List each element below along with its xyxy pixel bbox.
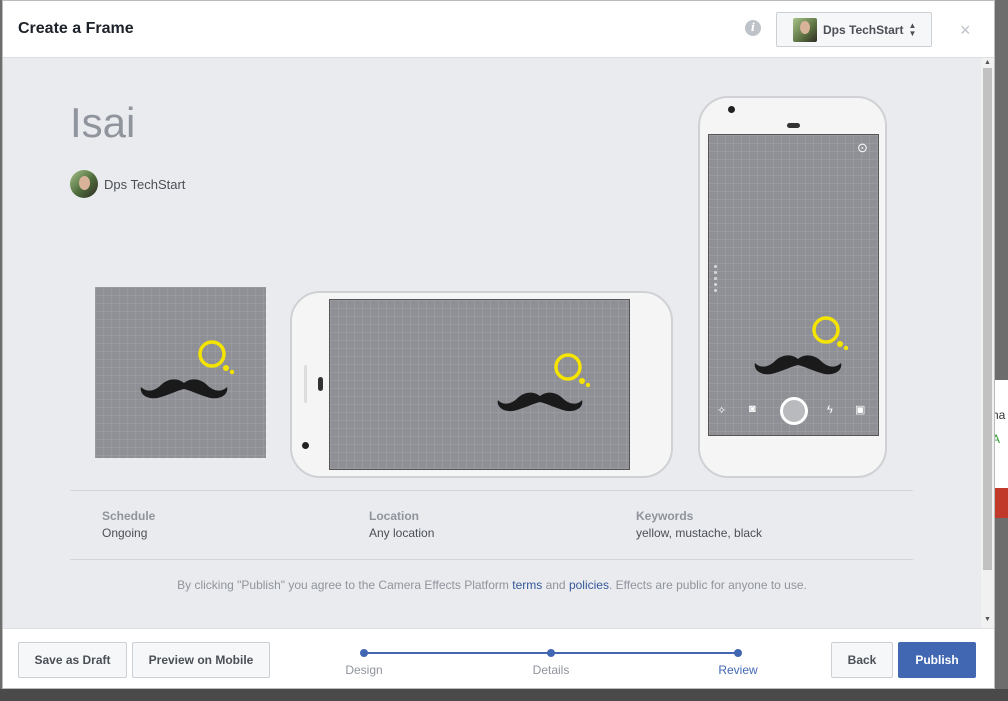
portrait-phone-preview: ⊙ ✧ ◙ ϟ ▣ (698, 96, 887, 478)
thought-bubble-graphic (812, 316, 849, 351)
gallery-icon: ▣ (855, 404, 866, 416)
disclaimer-text: . Effects are public for anyone to use. (608, 578, 807, 592)
phone-home-button (304, 365, 307, 403)
dialog-header: Create a Frame i Dps TechStart ▲ ▼ × (3, 1, 994, 58)
background-strip (0, 689, 1008, 701)
location-label: Location (369, 509, 419, 523)
owner-avatar (70, 170, 98, 198)
disclaimer-text: and (542, 578, 569, 592)
keywords-label: Keywords (636, 509, 694, 523)
flash-icon: ϟ (827, 404, 833, 416)
info-icon[interactable]: i (745, 20, 761, 36)
step-review[interactable]: Review (718, 663, 757, 677)
phone-speaker (787, 123, 800, 128)
page-selector-label: Dps TechStart (823, 22, 904, 37)
thought-bubble-graphic (198, 340, 235, 375)
back-button[interactable]: Back (831, 642, 893, 678)
schedule-label: Schedule (102, 509, 156, 523)
phone-camera (728, 106, 735, 113)
magic-wand-icon: ✧ (717, 405, 727, 417)
step-details[interactable]: Details (533, 663, 570, 677)
scroll-down-icon[interactable]: ▼ (984, 616, 991, 623)
divider (70, 559, 913, 560)
publish-button[interactable]: Publish (898, 642, 976, 678)
policies-link[interactable]: policies (569, 578, 609, 592)
terms-link[interactable]: terms (512, 578, 542, 592)
camera-icon: ◙ (749, 403, 756, 415)
effect-owner: Dps TechStart (70, 170, 185, 198)
keywords-value: yellow, mustache, black (636, 526, 763, 540)
sort-caret-icon: ▲ ▼ (908, 20, 917, 38)
preview-mobile-button[interactable]: Preview on Mobile (132, 642, 270, 678)
owner-name: Dps TechStart (104, 176, 186, 192)
scrollbar-thumb[interactable] (983, 68, 992, 570)
save-draft-button[interactable]: Save as Draft (18, 642, 127, 678)
dialog-title: Create a Frame (18, 20, 134, 37)
square-preview (95, 287, 266, 458)
page-selector[interactable]: Dps TechStart ▲ ▼ (776, 12, 932, 47)
shutter-button (780, 397, 808, 425)
step-design[interactable]: Design (345, 663, 382, 677)
mustache-graphic (497, 392, 583, 412)
disclaimer-text: By clicking "Publish" you agree to the C… (177, 578, 513, 592)
scrollbar[interactable]: ▲ ▼ (981, 58, 994, 628)
portrait-phone-screen: ⊙ ✧ ◙ ϟ ▣ (708, 134, 879, 436)
divider (70, 490, 913, 491)
scroll-up-icon[interactable]: ▲ (984, 59, 991, 66)
mustache-graphic (140, 379, 228, 399)
publish-disclaimer: By clicking "Publish" you agree to the C… (3, 578, 981, 592)
dialog-footer: Save as Draft Preview on Mobile Design D… (3, 628, 994, 688)
create-frame-dialog: Create a Frame i Dps TechStart ▲ ▼ × ▲ ▼ … (2, 0, 995, 689)
phone-camera (302, 442, 309, 449)
schedule-value: Ongoing (102, 526, 148, 540)
step-dot-review (734, 649, 742, 657)
avatar (793, 17, 817, 42)
schedule-info: Schedule Ongoing (102, 509, 155, 540)
effect-name: Isai (70, 99, 136, 146)
phone-speaker (318, 377, 323, 391)
close-icon[interactable]: × (960, 20, 971, 41)
step-dot-design (360, 649, 368, 657)
step-dot-details (547, 649, 555, 657)
keywords-info: Keywords yellow, mustache, black (636, 509, 762, 540)
background-fragment (994, 488, 1008, 518)
location-value: Any location (369, 526, 435, 540)
carousel-dots (714, 265, 718, 295)
thought-bubble-graphic (554, 353, 591, 388)
landscape-phone-screen (329, 299, 630, 470)
arrow-circle-icon: ⊙ (857, 140, 868, 155)
location-info: Location Any location (369, 509, 434, 540)
mustache-graphic (754, 355, 842, 375)
landscape-phone-preview (290, 291, 673, 478)
